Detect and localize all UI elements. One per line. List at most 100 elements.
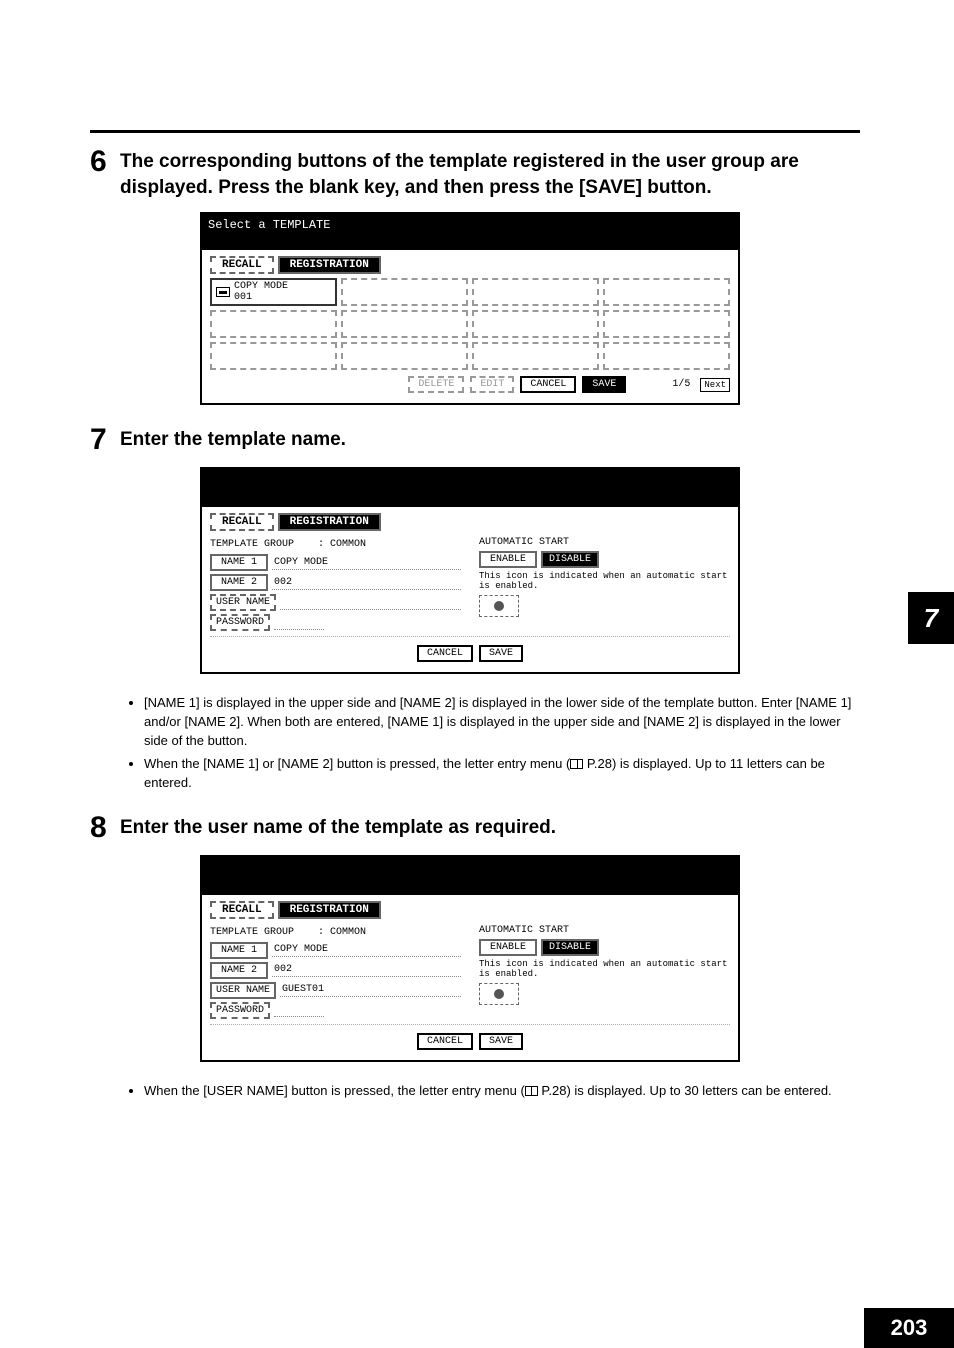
delete-button[interactable]: DELETE (408, 376, 464, 393)
disable-button[interactable]: DISABLE (541, 939, 599, 956)
password-field[interactable] (274, 616, 324, 630)
username-field[interactable] (280, 596, 461, 610)
auto-start-label: AUTOMATIC START (479, 925, 730, 936)
group-line: TEMPLATE GROUP : COMMON (210, 927, 461, 938)
username-button[interactable]: USER NAME (210, 982, 276, 999)
password-row: PASSWORD (210, 1002, 461, 1019)
cancel-button[interactable]: CANCEL (520, 376, 576, 393)
footer-buttons: CANCEL SAVE (210, 1033, 730, 1050)
save-button[interactable]: SAVE (479, 645, 523, 662)
template-slot-blank[interactable] (603, 342, 730, 370)
note-item: [NAME 1] is displayed in the upper side … (144, 694, 860, 751)
screen-title: Select a TEMPLATE (208, 218, 732, 232)
cancel-button[interactable]: CANCEL (417, 1033, 473, 1050)
tab-recall[interactable]: RECALL (210, 901, 274, 919)
tab-registration[interactable]: REGISTRATION (278, 256, 381, 274)
step-title: The corresponding buttons of the templat… (120, 147, 860, 200)
left-column: TEMPLATE GROUP : COMMON NAME 1 COPY MODE… (210, 923, 461, 1022)
template-row-2 (210, 310, 730, 338)
save-button[interactable]: SAVE (582, 376, 626, 393)
template-row-1: COPY MODE001 (210, 278, 730, 306)
template-slot-blank[interactable] (341, 342, 468, 370)
group-line: TEMPLATE GROUP : COMMON (210, 539, 461, 550)
auto-start-icon-box (479, 983, 519, 1005)
note-item: When the [NAME 1] or [NAME 2] button is … (144, 755, 860, 793)
disable-button[interactable]: DISABLE (541, 551, 599, 568)
name2-button[interactable]: NAME 2 (210, 574, 268, 591)
template-slot-blank[interactable] (341, 310, 468, 338)
step-number: 6 (90, 147, 120, 177)
auto-start-note: This icon is indicated when an automatic… (479, 571, 730, 591)
screen-body: RECALL REGISTRATION TEMPLATE GROUP : COM… (202, 507, 738, 672)
tab-row: RECALL REGISTRATION (210, 256, 730, 274)
screen-body: RECALL REGISTRATION COPY MODE001 (202, 250, 738, 403)
cancel-button[interactable]: CANCEL (417, 645, 473, 662)
username-button[interactable]: USER NAME (210, 594, 276, 611)
tab-registration[interactable]: REGISTRATION (278, 513, 381, 531)
note-item: When the [USER NAME] button is pressed, … (144, 1082, 860, 1101)
password-button[interactable]: PASSWORD (210, 1002, 270, 1019)
auto-start-icon-box (479, 595, 519, 617)
step-title: Enter the template name. (120, 425, 346, 453)
edit-button[interactable]: EDIT (470, 376, 514, 393)
tab-row: RECALL REGISTRATION (210, 513, 730, 531)
template-slot-blank[interactable] (603, 278, 730, 306)
name1-row: NAME 1 COPY MODE (210, 554, 461, 571)
name1-row: NAME 1 COPY MODE (210, 942, 461, 959)
step8-notes: When the [USER NAME] button is pressed, … (130, 1082, 860, 1101)
tab-row: RECALL REGISTRATION (210, 901, 730, 919)
name1-button[interactable]: NAME 1 (210, 554, 268, 571)
screen-body: RECALL REGISTRATION TEMPLATE GROUP : COM… (202, 895, 738, 1060)
username-row: USER NAME GUEST01 (210, 982, 461, 999)
footer-buttons: CANCEL SAVE (210, 645, 730, 662)
password-field[interactable] (274, 1003, 324, 1017)
auto-start-note: This icon is indicated when an automatic… (479, 959, 730, 979)
page-content: 6 The corresponding buttons of the templ… (90, 130, 860, 1120)
template-slot-label: COPY MODE001 (234, 281, 288, 303)
chapter-tab: 7 (908, 592, 954, 644)
screenshot-step8: RECALL REGISTRATION TEMPLATE GROUP : COM… (200, 855, 740, 1062)
right-column: AUTOMATIC START ENABLE DISABLE This icon… (479, 535, 730, 634)
template-slot-blank[interactable] (603, 310, 730, 338)
tab-recall[interactable]: RECALL (210, 513, 274, 531)
name1-field[interactable]: COPY MODE (272, 556, 461, 570)
username-field[interactable]: GUEST01 (280, 983, 461, 997)
enable-button[interactable]: ENABLE (479, 551, 537, 568)
step-number: 8 (90, 813, 120, 843)
enable-button[interactable]: ENABLE (479, 939, 537, 956)
screen-header: Select a TEMPLATE (202, 214, 738, 250)
next-button[interactable]: Next (700, 378, 730, 392)
password-button[interactable]: PASSWORD (210, 614, 270, 631)
left-column: TEMPLATE GROUP : COMMON NAME 1 COPY MODE… (210, 535, 461, 634)
page-number: 203 (864, 1308, 954, 1348)
name2-field[interactable]: 002 (272, 576, 461, 590)
template-slot-blank[interactable] (341, 278, 468, 306)
auto-start-row: ENABLE DISABLE (479, 551, 730, 568)
template-slot-blank[interactable] (472, 310, 599, 338)
step7-notes: [NAME 1] is displayed in the upper side … (130, 694, 860, 792)
save-button[interactable]: SAVE (479, 1033, 523, 1050)
template-slot-blank[interactable] (472, 342, 599, 370)
button-row: DELETE EDIT CANCEL SAVE 1/5 Next (210, 376, 730, 393)
template-slot-blank[interactable] (472, 278, 599, 306)
form-columns: TEMPLATE GROUP : COMMON NAME 1 COPY MODE… (210, 535, 730, 634)
template-slot-filled[interactable]: COPY MODE001 (210, 278, 337, 306)
auto-start-label: AUTOMATIC START (479, 537, 730, 548)
template-icon (216, 287, 230, 297)
name1-button[interactable]: NAME 1 (210, 942, 268, 959)
tab-registration[interactable]: REGISTRATION (278, 901, 381, 919)
name1-field[interactable]: COPY MODE (272, 943, 461, 957)
play-icon (494, 601, 504, 611)
username-row: USER NAME (210, 594, 461, 611)
name2-button[interactable]: NAME 2 (210, 962, 268, 979)
step-6: 6 The corresponding buttons of the templ… (90, 147, 860, 200)
name2-row: NAME 2 002 (210, 574, 461, 591)
play-icon (494, 989, 504, 999)
template-slot-blank[interactable] (210, 342, 337, 370)
name2-field[interactable]: 002 (272, 963, 461, 977)
book-icon (570, 759, 583, 769)
screen-header (202, 469, 738, 507)
book-icon (525, 1086, 538, 1096)
template-slot-blank[interactable] (210, 310, 337, 338)
tab-recall[interactable]: RECALL (210, 256, 274, 274)
